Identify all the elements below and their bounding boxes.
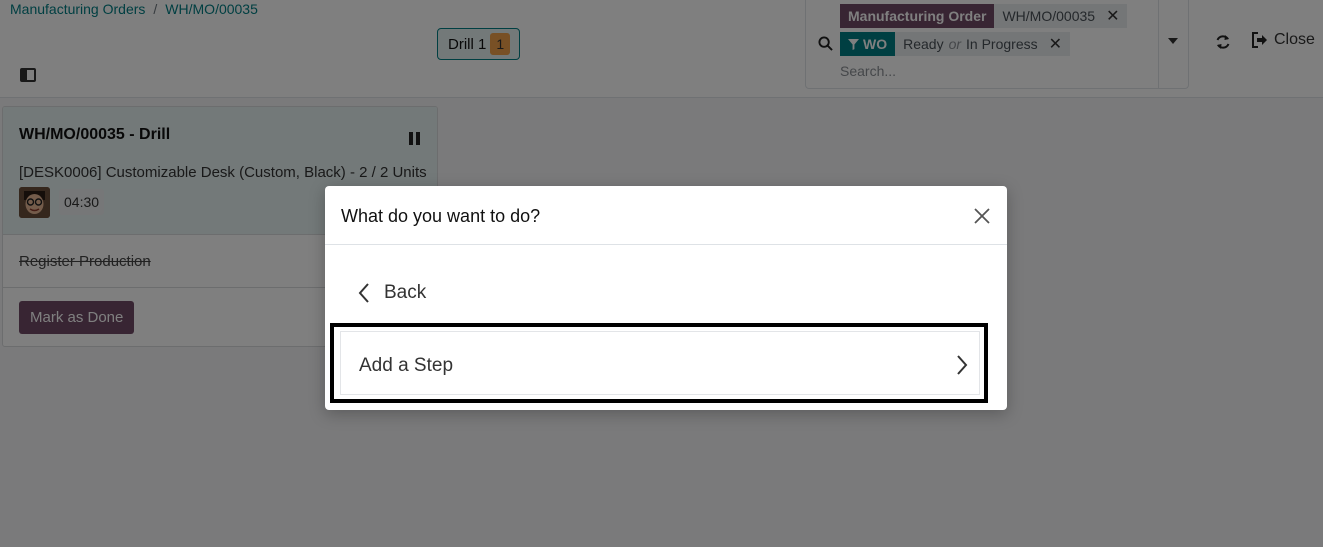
dialog-header: What do you want to do? <box>325 186 1007 245</box>
chevron-left-icon <box>358 283 369 303</box>
chevron-right-icon <box>957 355 968 375</box>
back-button[interactable]: Back <box>358 282 426 304</box>
back-label: Back <box>384 282 427 303</box>
add-step-option[interactable]: Add a Step <box>340 331 980 395</box>
dialog-title: What do you want to do? <box>341 206 541 226</box>
add-step-label: Add a Step <box>359 355 454 376</box>
close-icon[interactable] <box>973 207 991 225</box>
action-dialog: What do you want to do? Back Add a Step <box>325 186 1007 410</box>
add-step-option-highlight: Add a Step <box>330 323 988 403</box>
